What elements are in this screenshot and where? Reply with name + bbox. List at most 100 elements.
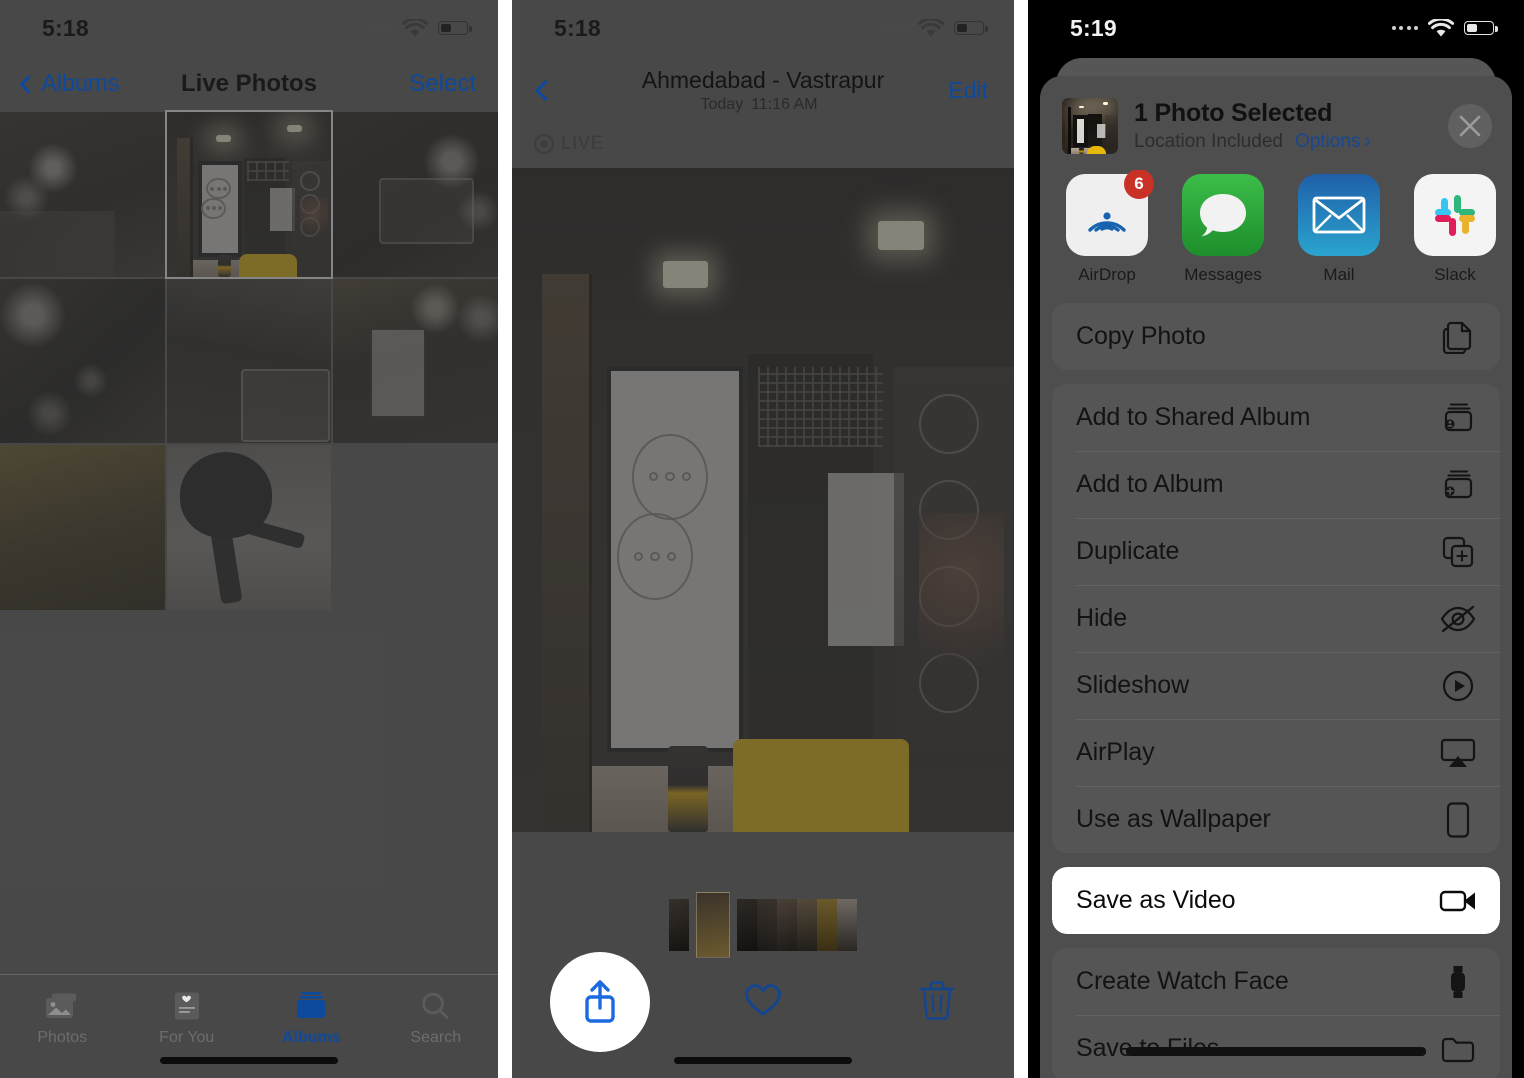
action-use-as-wallpaper[interactable]: Use as Wallpaper — [1052, 786, 1500, 853]
action-label: Create Watch Face — [1076, 967, 1289, 995]
action-hide[interactable]: Hide — [1052, 585, 1500, 652]
mail-icon — [1298, 174, 1380, 256]
back-chevron-icon[interactable] — [534, 79, 557, 101]
grid-photo-3[interactable] — [333, 112, 498, 277]
photo-day: Today — [700, 95, 744, 113]
share-icon — [585, 980, 615, 1023]
action-add-to-album[interactable]: Add to Album — [1052, 451, 1500, 518]
grid-photo-1[interactable] — [0, 112, 165, 277]
scrubber-thumb[interactable] — [669, 899, 689, 951]
panel-divider-2 — [1014, 0, 1028, 1078]
grid-empty-slot — [333, 445, 498, 611]
tab-for-you-label: For You — [159, 1029, 215, 1046]
action-label: Use as Wallpaper — [1076, 805, 1271, 833]
wifi-icon — [402, 18, 428, 38]
favorite-button[interactable] — [741, 979, 785, 1019]
tab-photos-label: Photos — [37, 1029, 88, 1046]
tab-search[interactable]: Search — [374, 991, 499, 1047]
action-copy-photo[interactable]: Copy Photo — [1052, 303, 1500, 370]
scrubber-thumb[interactable] — [777, 899, 797, 951]
scrubber-thumb[interactable] — [837, 899, 857, 951]
action-slideshow[interactable]: Slideshow — [1052, 652, 1500, 719]
airplay-icon — [1438, 733, 1478, 773]
photo-grid — [0, 110, 498, 611]
grid-photo-7[interactable] — [0, 445, 165, 611]
apple-watch-icon — [1438, 962, 1478, 1002]
action-add-to-shared-album[interactable]: Add to Shared Album — [1052, 384, 1500, 451]
action-duplicate[interactable]: Duplicate — [1052, 518, 1500, 585]
grid-photo-2-selected[interactable] — [164, 110, 334, 279]
scrubber-thumb[interactable] — [757, 899, 777, 951]
photo-scrubber[interactable] — [512, 890, 1014, 960]
share-sheet-meta: 1 Photo Selected Location Included Optio… — [1134, 99, 1432, 153]
status-indicators — [365, 18, 472, 38]
messages-label: Messages — [1184, 265, 1262, 284]
search-icon — [419, 991, 453, 1021]
copy-icon — [1438, 317, 1478, 357]
signal-dots-icon — [365, 26, 392, 30]
photo-viewer[interactable] — [512, 168, 1014, 832]
grid-photo-6[interactable] — [333, 278, 498, 444]
options-button[interactable]: Options › — [1295, 131, 1371, 153]
share-targets-row[interactable]: 6 AirDrop Messages Mail Slack — [1040, 170, 1512, 303]
home-indicator-3 — [1126, 1047, 1426, 1056]
edit-button[interactable]: Edit — [948, 77, 988, 104]
share-sheet-header: 1 Photo Selected Location Included Optio… — [1040, 76, 1512, 170]
battery-icon — [1464, 21, 1498, 35]
scrubber-thumb[interactable] — [797, 899, 817, 951]
scrubber-thumb[interactable] — [737, 899, 757, 951]
selected-photo-thumbnail[interactable] — [1062, 98, 1118, 154]
share-target-mail[interactable]: Mail — [1294, 174, 1384, 285]
iphone-screen-3: 5:19 1 Photo Selected Location Included … — [1028, 0, 1524, 1078]
signal-dots-icon — [881, 26, 908, 30]
add-album-icon — [1438, 465, 1478, 505]
slack-label: Slack — [1434, 265, 1476, 284]
share-target-airdrop[interactable]: 6 AirDrop — [1062, 170, 1154, 285]
scrubber-thumb-selected[interactable] — [696, 892, 730, 958]
scrubber-thumb[interactable] — [817, 899, 837, 951]
status-bar-1: 5:18 — [0, 0, 498, 56]
selection-subtitle-row: Location Included Options › — [1134, 131, 1432, 153]
tab-photos[interactable]: Photos — [0, 991, 125, 1047]
folder-icon — [1438, 1029, 1478, 1069]
action-label: Hide — [1076, 604, 1128, 632]
action-create-watch-face[interactable]: Create Watch Face — [1052, 948, 1500, 1015]
share-button-spotlight[interactable] — [550, 952, 650, 1052]
battery-icon — [438, 21, 472, 35]
photo-time: 11:16 AM — [751, 95, 818, 113]
back-to-albums-button[interactable]: Albums — [19, 70, 120, 98]
action-save-as-video[interactable]: Save as Video — [1052, 867, 1500, 934]
close-icon — [1459, 115, 1481, 137]
iphone-icon — [1438, 800, 1478, 840]
panel-share-sheet: 5:19 1 Photo Selected Location Included … — [1028, 0, 1524, 1078]
action-airplay[interactable]: AirPlay — [1052, 719, 1500, 786]
action-label: Duplicate — [1076, 537, 1180, 565]
wifi-icon — [1428, 18, 1454, 38]
share-sheet: 1 Photo Selected Location Included Optio… — [1040, 76, 1512, 1078]
mail-label: Mail — [1323, 265, 1355, 284]
grid-photo-5[interactable] — [166, 278, 332, 444]
delete-button[interactable] — [918, 978, 956, 1020]
share-target-messages[interactable]: Messages — [1178, 174, 1268, 285]
action-label: Add to Album — [1076, 470, 1224, 498]
panel-divider-1 — [498, 0, 512, 1078]
actions-group-save-video: Save as Video — [1052, 867, 1500, 934]
grid-photo-8[interactable] — [166, 445, 332, 611]
tab-for-you[interactable]: For You — [125, 991, 250, 1047]
home-indicator-1 — [160, 1057, 338, 1064]
messages-icon — [1182, 174, 1264, 256]
grid-photo-4[interactable] — [0, 278, 165, 444]
share-target-slack[interactable]: Slack — [1410, 174, 1500, 285]
action-label: Add to Shared Album — [1076, 403, 1311, 431]
tab-albums[interactable]: Albums — [249, 991, 374, 1047]
albums-icon — [294, 991, 328, 1021]
action-label: Save as Video — [1076, 886, 1236, 914]
action-label: AirPlay — [1076, 738, 1155, 766]
close-button[interactable] — [1448, 104, 1492, 148]
chevron-right-icon: › — [1364, 131, 1371, 152]
live-photo-badge[interactable]: LIVE — [512, 124, 1014, 164]
panel-live-photos-album: 5:18 Albums Live Photos Select Photos Fo… — [0, 0, 498, 1078]
select-button[interactable]: Select — [409, 70, 476, 98]
status-bar-2: 5:18 — [512, 0, 1014, 56]
photo-datetime: Today 11:16 AM — [512, 96, 1014, 114]
